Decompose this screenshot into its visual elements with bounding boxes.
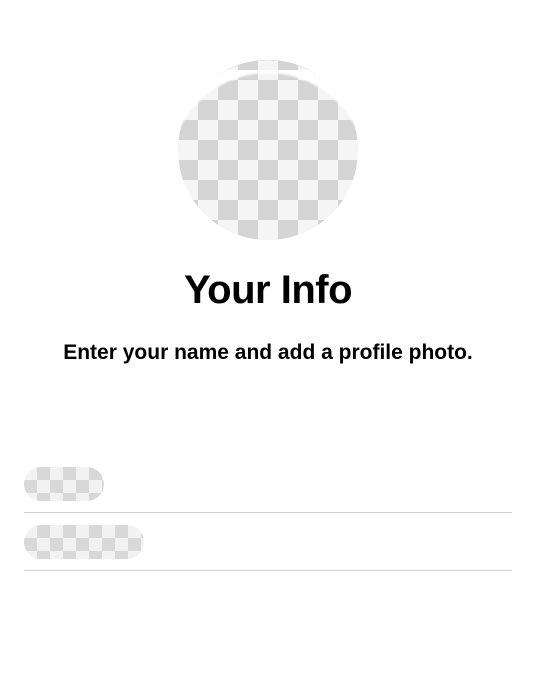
page-subtitle: Enter your name and add a profile photo. xyxy=(43,341,493,365)
profile-setup-screen: Your Info Enter your name and add a prof… xyxy=(0,0,536,571)
profile-photo-button[interactable] xyxy=(178,60,358,240)
page-title: Your Info xyxy=(184,268,352,313)
first-name-field[interactable] xyxy=(24,455,512,513)
last-name-field[interactable] xyxy=(24,513,512,571)
name-form xyxy=(0,455,536,571)
